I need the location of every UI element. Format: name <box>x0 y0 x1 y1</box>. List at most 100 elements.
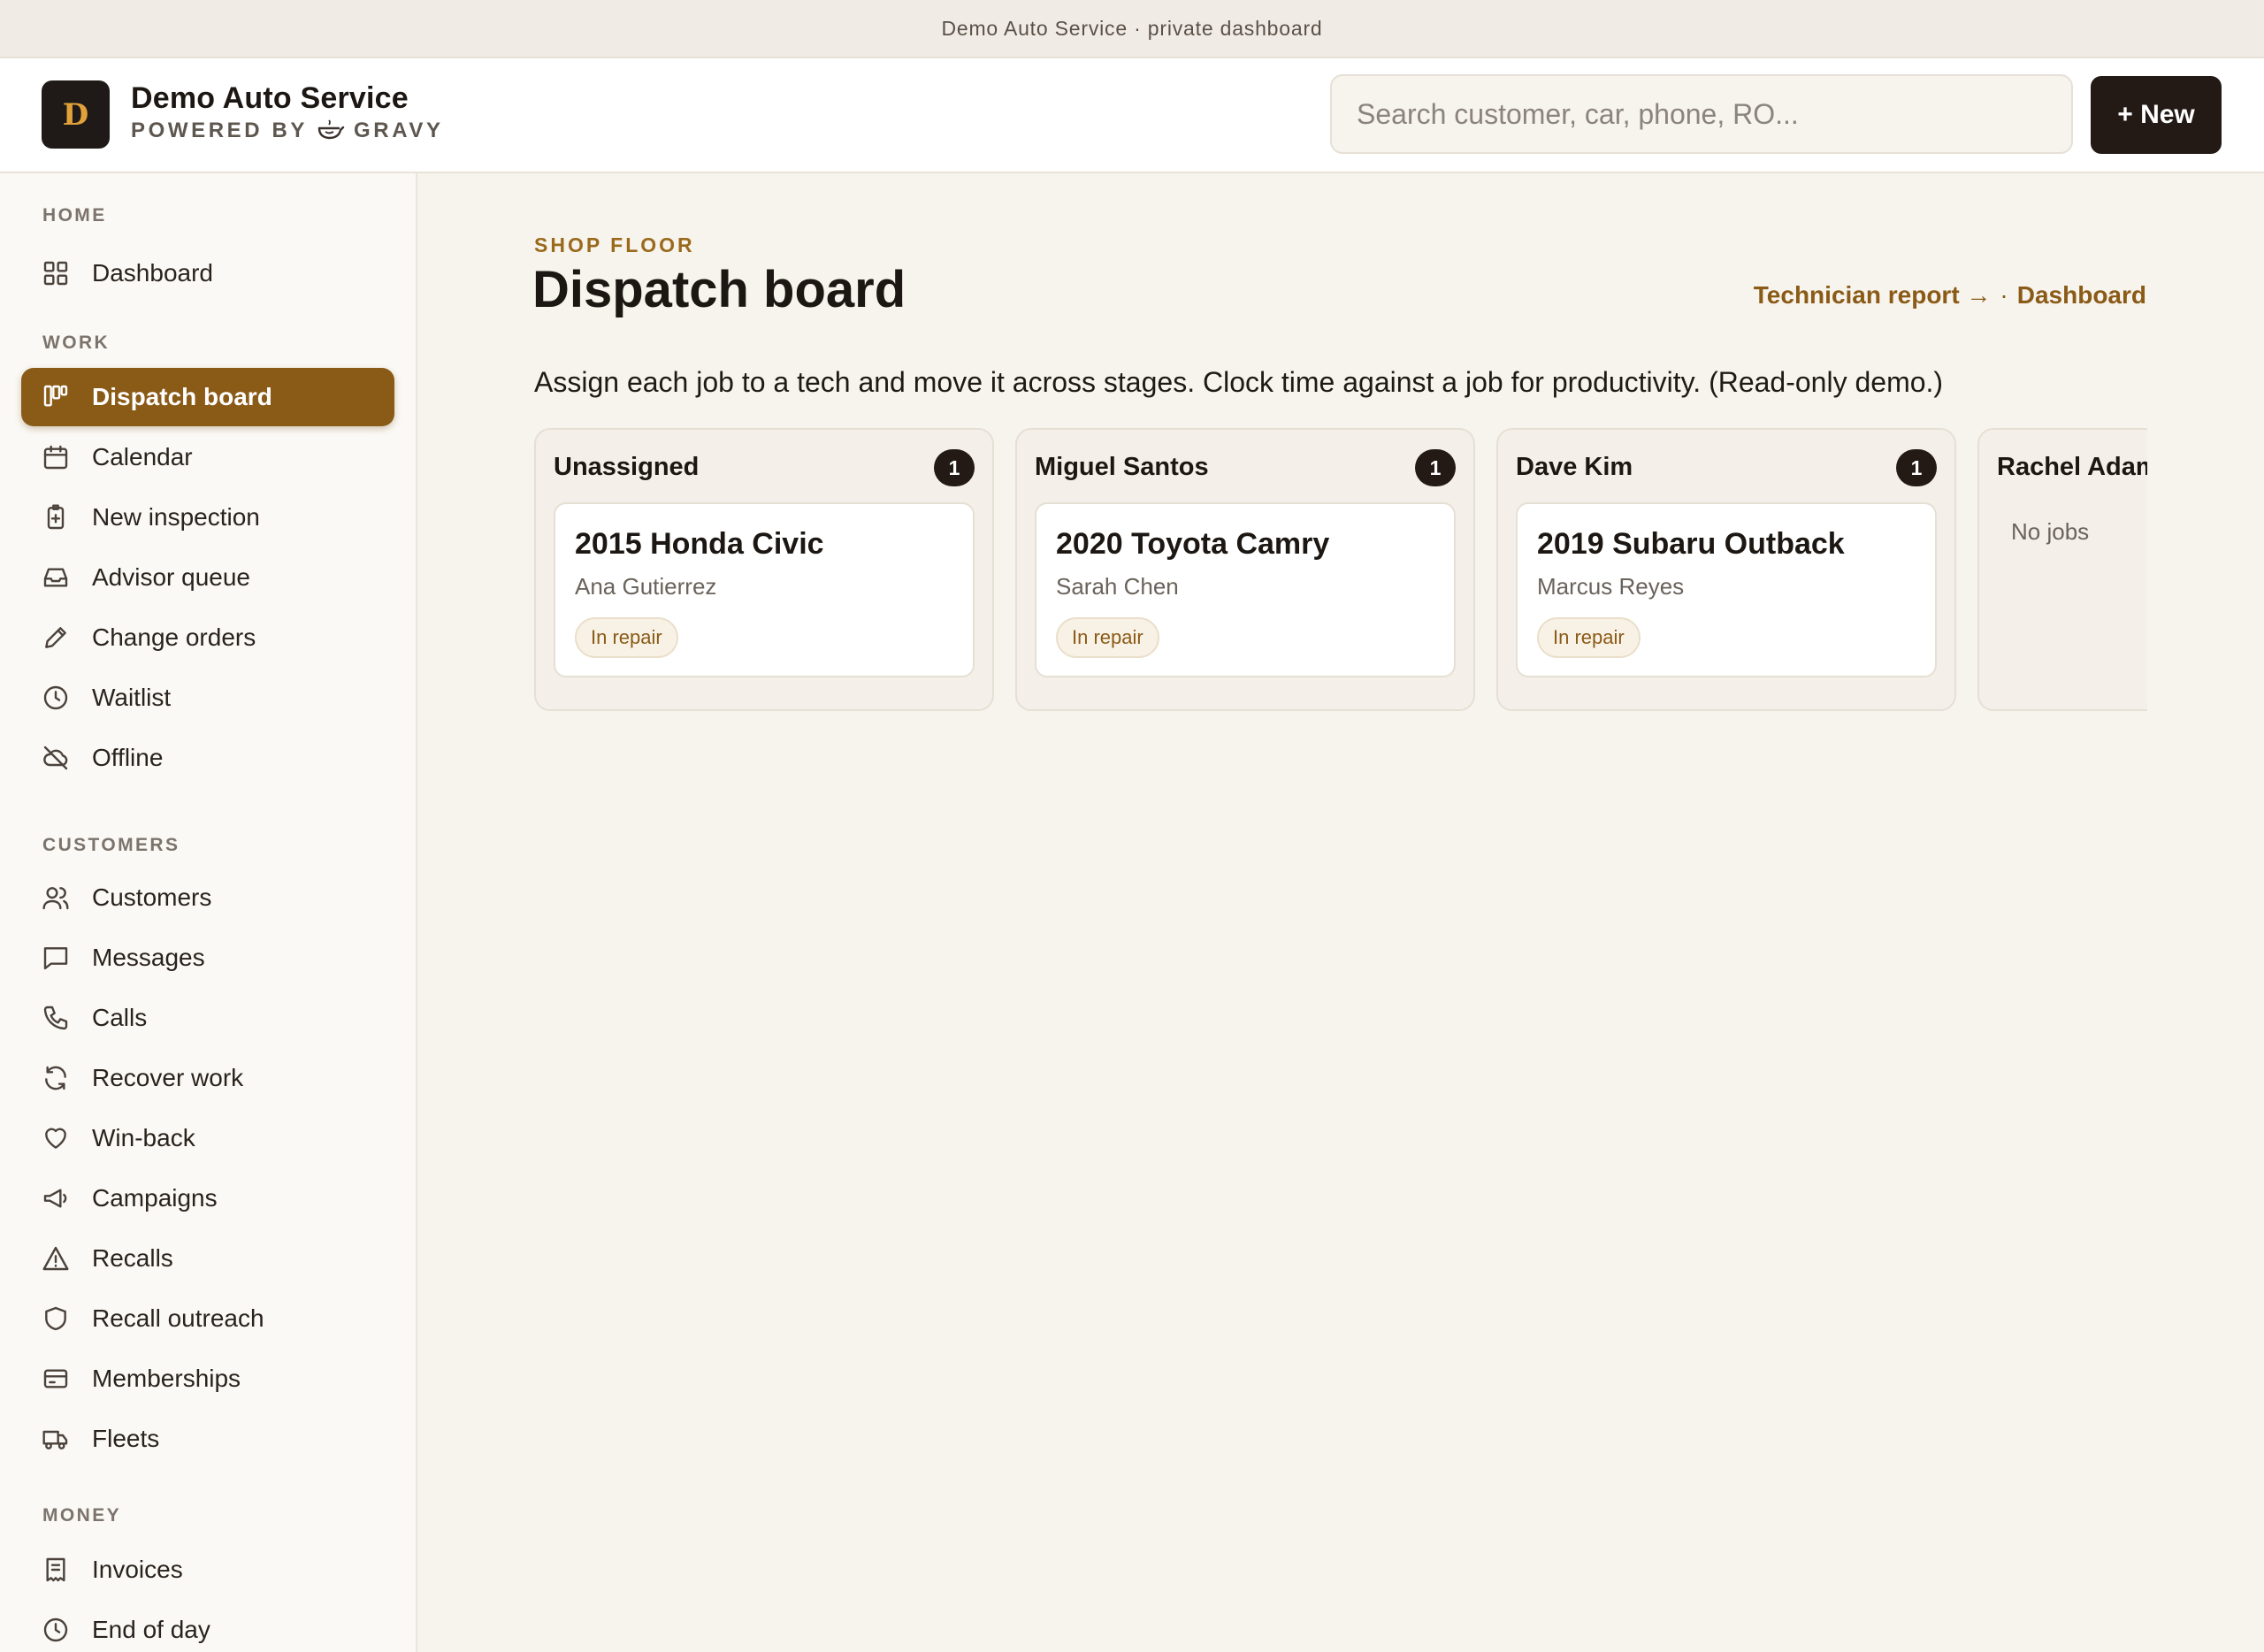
demo-banner: Demo Auto Service · private dashboard <box>0 0 2264 58</box>
kanban-icon <box>41 382 71 412</box>
sidebar-item-end-of-day[interactable]: End of day <box>21 1601 394 1652</box>
sidebar-item-label: Dashboard <box>92 259 213 287</box>
sidebar-item-messages[interactable]: Messages <box>21 929 394 987</box>
sidebar-item-label: Recalls <box>92 1244 173 1272</box>
sidebar-item-label: Win-back <box>92 1124 195 1151</box>
sidebar-item-customers[interactable]: Customers <box>21 868 394 927</box>
job-vehicle: 2019 Subaru Outback <box>1537 527 1845 561</box>
sidebar-item-waitlist[interactable]: Waitlist <box>21 669 394 727</box>
sidebar-item-label: Fleets <box>92 1425 160 1452</box>
gravy-boat-icon <box>317 119 345 142</box>
section-title-work: WORK <box>42 333 111 353</box>
sidebar: HOME Dashboard WORK Dispatch board Calen… <box>0 173 417 1652</box>
dashboard-link[interactable]: Dashboard <box>2017 281 2146 310</box>
sidebar-item-label: Offline <box>92 744 164 771</box>
cloud-off-icon <box>41 743 71 773</box>
sidebar-item-dashboard[interactable]: Dashboard <box>21 244 394 302</box>
sidebar-item-fleets[interactable]: Fleets <box>21 1410 394 1468</box>
brand-name: Demo Auto Service <box>131 81 409 115</box>
board-column-dave-kim: Dave Kim 1 2019 Subaru Outback Marcus Re… <box>1496 428 1956 711</box>
sidebar-item-label: New inspection <box>92 503 260 531</box>
inbox-icon <box>41 562 71 593</box>
sidebar-item-offline[interactable]: Offline <box>21 729 394 787</box>
status-badge: In repair <box>575 617 678 658</box>
column-name: Dave Kim <box>1516 453 1633 481</box>
sidebar-item-advisor-queue[interactable]: Advisor queue <box>21 548 394 607</box>
truck-icon <box>41 1424 71 1454</box>
logo-letter: D <box>62 96 89 133</box>
sidebar-item-change-orders[interactable]: Change orders <box>21 608 394 667</box>
sidebar-item-memberships[interactable]: Memberships <box>21 1350 394 1408</box>
sidebar-item-recover-work[interactable]: Recover work <box>21 1049 394 1107</box>
page-eyebrow: SHOP FLOOR <box>534 233 695 256</box>
users-icon <box>41 883 71 913</box>
job-card[interactable]: 2015 Honda Civic Ana Gutierrez In repair <box>554 502 975 677</box>
powered-by: POWERED BY GRAVY <box>131 119 444 143</box>
sidebar-item-invoices[interactable]: Invoices <box>21 1541 394 1599</box>
section-title-home: HOME <box>42 205 107 226</box>
page-description: Assign each job to a tech and move it ac… <box>534 366 1944 398</box>
sidebar-item-new-inspection[interactable]: New inspection <box>21 488 394 547</box>
sidebar-item-label: Invoices <box>92 1556 183 1583</box>
warning-icon <box>41 1243 71 1273</box>
sidebar-item-label: Change orders <box>92 623 256 651</box>
sidebar-item-calendar[interactable]: Calendar <box>21 428 394 486</box>
sidebar-item-dispatch-board[interactable]: Dispatch board <box>21 368 394 426</box>
sidebar-item-label: End of day <box>92 1616 210 1643</box>
job-card[interactable]: 2020 Toyota Camry Sarah Chen In repair <box>1035 502 1456 677</box>
heart-icon <box>41 1123 71 1153</box>
pencil-icon <box>41 623 71 653</box>
card-icon <box>41 1364 71 1394</box>
job-card[interactable]: 2019 Subaru Outback Marcus Reyes In repa… <box>1516 502 1937 677</box>
banner-text: Demo Auto Service · private dashboard <box>941 16 1323 40</box>
grid-icon <box>41 258 71 288</box>
sidebar-item-label: Calls <box>92 1004 148 1031</box>
sidebar-item-label: Campaigns <box>92 1184 218 1212</box>
calendar-icon <box>41 442 71 472</box>
sidebar-item-label: Recover work <box>92 1064 244 1091</box>
status-badge: In repair <box>1537 617 1641 658</box>
job-customer: Marcus Reyes <box>1537 573 1685 600</box>
global-search-input[interactable] <box>1330 74 2073 154</box>
shield-icon <box>41 1304 71 1334</box>
clock-icon <box>41 683 71 713</box>
column-count-badge: 1 <box>1896 449 1937 486</box>
sidebar-item-campaigns[interactable]: Campaigns <box>21 1169 394 1228</box>
column-name: Rachel Adams <box>1997 453 2147 481</box>
status-badge: In repair <box>1056 617 1159 658</box>
powered-by-brand: GRAVY <box>354 119 444 142</box>
board-column-unassigned: Unassigned 1 2015 Honda Civic Ana Gutier… <box>534 428 994 711</box>
job-vehicle: 2015 Honda Civic <box>575 527 824 561</box>
column-count-badge: 1 <box>934 449 975 486</box>
phone-icon <box>41 1003 71 1033</box>
sidebar-item-calls[interactable]: Calls <box>21 989 394 1047</box>
board-column-miguel-santos: Miguel Santos 1 2020 Toyota Camry Sarah … <box>1015 428 1475 711</box>
shop-logo[interactable]: D <box>42 80 110 149</box>
sidebar-item-win-back[interactable]: Win-back <box>21 1109 394 1167</box>
top-header: D Demo Auto Service POWERED BY GRAVY + N… <box>0 58 2264 173</box>
section-title-money: MONEY <box>42 1505 122 1526</box>
message-icon <box>41 943 71 973</box>
sidebar-item-label: Advisor queue <box>92 563 251 591</box>
column-count-badge: 1 <box>1415 449 1456 486</box>
megaphone-icon <box>41 1183 71 1213</box>
link-separator: · <box>2000 281 2008 309</box>
dispatch-board[interactable]: Unassigned 1 2015 Honda Civic Ana Gutier… <box>534 428 2147 713</box>
header-links: Technician report → · Dashboard <box>1754 281 2146 310</box>
job-customer: Ana Gutierrez <box>575 573 717 600</box>
sidebar-item-recall-outreach[interactable]: Recall outreach <box>21 1289 394 1348</box>
no-jobs-text: No jobs <box>2011 518 2090 545</box>
sidebar-item-label: Waitlist <box>92 684 172 711</box>
sidebar-item-label: Dispatch board <box>92 383 272 410</box>
sidebar-item-recalls[interactable]: Recalls <box>21 1229 394 1288</box>
powered-by-label: POWERED BY <box>131 119 309 142</box>
new-button[interactable]: + New <box>2091 76 2222 154</box>
receipt-icon <box>41 1555 71 1585</box>
column-name: Unassigned <box>554 453 700 481</box>
sidebar-item-label: Memberships <box>92 1365 241 1392</box>
sidebar-item-label: Calendar <box>92 443 193 470</box>
technician-report-link[interactable]: Technician report → <box>1754 281 1992 310</box>
page-title: Dispatch board <box>532 261 906 318</box>
job-customer: Sarah Chen <box>1056 573 1179 600</box>
clipboard-plus-icon <box>41 502 71 532</box>
